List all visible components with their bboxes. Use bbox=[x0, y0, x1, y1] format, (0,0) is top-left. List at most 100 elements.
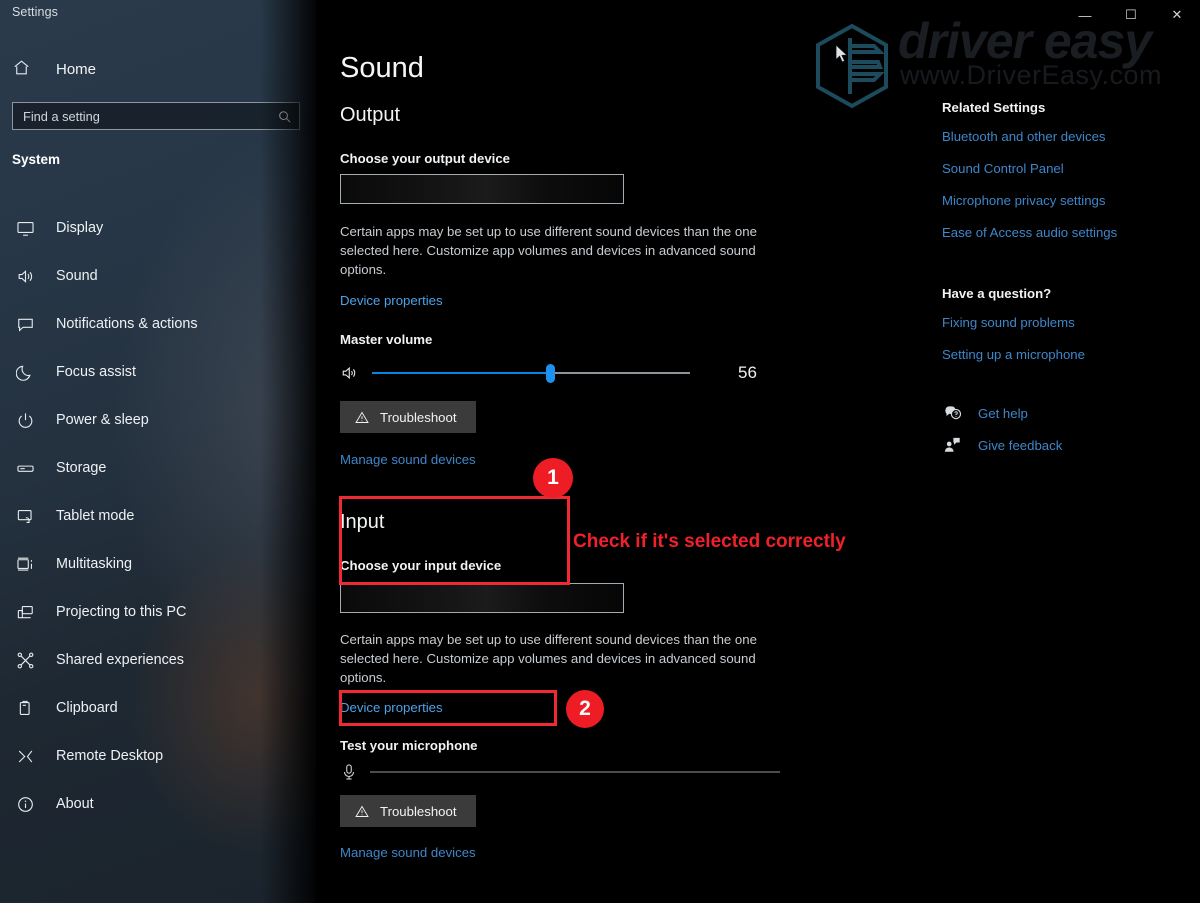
sidebar: Settings Home Find a setting System Disp… bbox=[0, 0, 316, 903]
sidebar-item-storage[interactable]: Storage bbox=[0, 444, 316, 492]
sidebar-item-label: Projecting to this PC bbox=[56, 604, 187, 620]
output-device-properties-link[interactable]: Device properties bbox=[340, 293, 443, 308]
sidebar-item-label: Remote Desktop bbox=[56, 748, 164, 764]
tablet-icon bbox=[14, 505, 36, 527]
give-feedback-row[interactable]: Give feedback bbox=[942, 436, 1192, 454]
sidebar-item-label: Power & sleep bbox=[56, 412, 149, 428]
help-bubble-icon bbox=[942, 404, 964, 422]
sidebar-item-label: Focus assist bbox=[56, 364, 136, 380]
share-icon bbox=[14, 649, 36, 671]
annotation-badge-1: 1 bbox=[533, 458, 573, 498]
sidebar-item-label: Multitasking bbox=[56, 556, 132, 572]
power-icon bbox=[14, 409, 36, 431]
microphone-level-row bbox=[340, 762, 780, 782]
close-button[interactable]: ✕ bbox=[1154, 0, 1200, 30]
search-placeholder: Find a setting bbox=[23, 108, 100, 124]
test-microphone-label: Test your microphone bbox=[340, 738, 478, 753]
input-troubleshoot-label: Troubleshoot bbox=[380, 803, 457, 819]
master-volume-label: Master volume bbox=[340, 332, 433, 347]
info-icon bbox=[14, 793, 36, 815]
sidebar-item-power-sleep[interactable]: Power & sleep bbox=[0, 396, 316, 444]
sidebar-item-label: Storage bbox=[56, 460, 107, 476]
output-section-heading: Output bbox=[340, 104, 401, 126]
microphone-icon bbox=[340, 762, 358, 782]
sidebar-section-title: System bbox=[12, 152, 61, 167]
sidebar-item-home-label: Home bbox=[56, 60, 97, 78]
microphone-level-meter bbox=[370, 763, 780, 781]
speaker-icon bbox=[14, 265, 36, 287]
speaker-icon[interactable] bbox=[340, 364, 360, 382]
sidebar-item-sound[interactable]: Sound bbox=[0, 252, 316, 300]
sidebar-item-label: Sound bbox=[56, 268, 98, 284]
home-icon bbox=[12, 58, 34, 80]
monitor-icon bbox=[14, 217, 36, 239]
output-device-label: Choose your output device bbox=[340, 151, 510, 166]
volume-thumb[interactable] bbox=[545, 364, 555, 383]
project-icon bbox=[14, 601, 36, 623]
link-sound-control-panel[interactable]: Sound Control Panel bbox=[942, 161, 1192, 176]
input-note: Certain apps may be set up to use differ… bbox=[340, 632, 757, 685]
warning-triangle-icon bbox=[354, 804, 370, 819]
input-device-properties-link[interactable]: Device properties bbox=[340, 700, 443, 715]
master-volume-slider[interactable] bbox=[372, 364, 690, 383]
sidebar-item-notifications[interactable]: Notifications & actions bbox=[0, 300, 316, 348]
sidebar-item-shared-experiences[interactable]: Shared experiences bbox=[0, 636, 316, 684]
master-volume-row: 56 bbox=[340, 363, 757, 383]
settings-window: Settings Home Find a setting System Disp… bbox=[0, 0, 1200, 903]
minimize-button[interactable]: — bbox=[1062, 0, 1108, 30]
output-troubleshoot-button[interactable]: Troubleshoot bbox=[340, 401, 476, 433]
input-section-heading: Input bbox=[340, 511, 385, 533]
remote-desktop-icon bbox=[14, 745, 36, 767]
drive-icon bbox=[14, 457, 36, 479]
sidebar-item-remote-desktop[interactable]: Remote Desktop bbox=[0, 732, 316, 780]
watermark-url: www.DriverEasy.com bbox=[900, 60, 1163, 90]
input-manage-sound-devices-link[interactable]: Manage sound devices bbox=[340, 845, 476, 860]
input-troubleshoot-button[interactable]: Troubleshoot bbox=[340, 795, 476, 827]
have-a-question-heading: Have a question? bbox=[942, 286, 1052, 301]
sidebar-item-label: Tablet mode bbox=[56, 508, 135, 524]
link-microphone-privacy-settings[interactable]: Microphone privacy settings bbox=[942, 193, 1192, 208]
output-troubleshoot-label: Troubleshoot bbox=[380, 409, 457, 425]
give-feedback-label: Give feedback bbox=[978, 437, 1063, 453]
window-title: Settings bbox=[12, 5, 58, 19]
sidebar-item-home[interactable]: Home bbox=[12, 56, 96, 82]
input-device-select[interactable] bbox=[340, 583, 624, 613]
output-device-select[interactable] bbox=[340, 174, 624, 204]
annotation-badge-2: 2 bbox=[566, 690, 604, 728]
get-help-row[interactable]: Get help bbox=[942, 404, 1192, 422]
annotation-callout-text: Check if it's selected correctly bbox=[573, 531, 846, 552]
feedback-person-icon bbox=[942, 436, 964, 454]
get-help-label: Get help bbox=[978, 405, 1028, 421]
moon-icon bbox=[14, 361, 36, 383]
chat-bubble-icon bbox=[14, 313, 36, 335]
mouse-cursor bbox=[835, 44, 849, 69]
related-settings-panel: Related Settings Bluetooth and other dev… bbox=[942, 100, 1192, 454]
sidebar-item-clipboard[interactable]: Clipboard bbox=[0, 684, 316, 732]
sidebar-item-label: Shared experiences bbox=[56, 652, 184, 668]
master-volume-value: 56 bbox=[738, 363, 757, 382]
window-controls: — ☐ ✕ bbox=[1062, 0, 1200, 30]
maximize-button[interactable]: ☐ bbox=[1108, 0, 1154, 30]
link-setting-up-a-microphone[interactable]: Setting up a microphone bbox=[942, 347, 1192, 362]
sidebar-item-label: Display bbox=[56, 220, 104, 236]
link-bluetooth-and-other-devices[interactable]: Bluetooth and other devices bbox=[942, 129, 1192, 144]
search-input[interactable]: Find a setting bbox=[12, 102, 300, 130]
sidebar-item-multitasking[interactable]: Multitasking bbox=[0, 540, 316, 588]
search-icon bbox=[277, 109, 292, 124]
input-device-label: Choose your input device bbox=[340, 558, 502, 573]
link-ease-of-access-audio-settings[interactable]: Ease of Access audio settings bbox=[942, 225, 1192, 240]
sidebar-nav: Display Sound Notifications & actions Fo… bbox=[0, 204, 316, 828]
sidebar-item-display[interactable]: Display bbox=[0, 204, 316, 252]
sidebar-item-projecting[interactable]: Projecting to this PC bbox=[0, 588, 316, 636]
main-content: — ☐ ✕ driver easy www.DriverEasy.com Sou… bbox=[316, 0, 1200, 903]
related-settings-heading: Related Settings bbox=[942, 100, 1046, 115]
sidebar-item-about[interactable]: About bbox=[0, 780, 316, 828]
page-title: Sound bbox=[340, 52, 424, 84]
multitask-icon bbox=[14, 553, 36, 575]
clipboard-icon bbox=[14, 697, 36, 719]
link-fixing-sound-problems[interactable]: Fixing sound problems bbox=[942, 315, 1192, 330]
sidebar-item-focus-assist[interactable]: Focus assist bbox=[0, 348, 316, 396]
sidebar-item-label: Clipboard bbox=[56, 700, 118, 716]
output-manage-sound-devices-link[interactable]: Manage sound devices bbox=[340, 452, 476, 467]
sidebar-item-tablet-mode[interactable]: Tablet mode bbox=[0, 492, 316, 540]
